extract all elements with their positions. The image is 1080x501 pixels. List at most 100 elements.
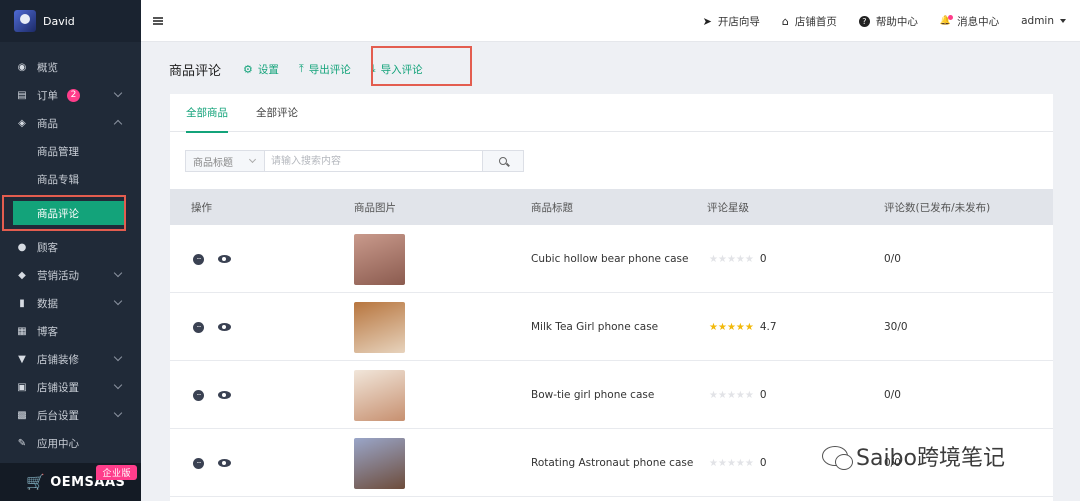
rating-cell: ★★★★★ 0 [709, 225, 767, 293]
tabs: 全部商品 全部评论 [170, 94, 1053, 133]
top-link-label: 开店向导 [717, 15, 760, 28]
search-button[interactable] [482, 151, 523, 171]
sidebar: David ◉ 概览 ▤ 订单 2 ◈ 商品 商品管理 商品专辑商品评论 ● 顾客 ◆ 营销活动 ▮ 数据 ▦… [0, 0, 141, 501]
sidebar-item-bar-chart[interactable]: ▮ 数据 [0, 289, 141, 317]
product-title: Bow-tie girl phone case [531, 389, 655, 401]
star-icon: ★ [709, 253, 718, 265]
table-row: ··· Milk Tea Girl phone case ★★★★★ 4.7 30/0 [170, 293, 1053, 361]
paint-roller-icon: ▼ [18, 353, 26, 365]
chevron-down-icon [248, 155, 257, 164]
review-count: 30/0 [884, 321, 908, 333]
wechat-icon [822, 446, 853, 470]
page-title: 商品评论 [169, 63, 222, 79]
notification-dot [948, 15, 954, 20]
sidebar-subitem-product-topic[interactable]: 商品专辑 [0, 165, 141, 193]
sidebar-item-label: 后台设置 [37, 409, 79, 422]
sidebar-item-label: 店铺设置 [37, 381, 79, 394]
top-link-bell[interactable]: 🔔 消息中心 [940, 14, 999, 29]
star-icon: ★ [726, 253, 736, 265]
cart-icon: 🛒 [26, 473, 46, 491]
comment-icon[interactable]: ··· [193, 321, 204, 333]
table-row: ··· Cubic hollow bear phone case ★★★★★ 0 0/0 [170, 225, 1053, 293]
product-thumbnail [354, 293, 405, 361]
menu-toggle-icon[interactable] [153, 16, 163, 25]
import-highlight-box [371, 46, 472, 86]
sidebar-item-tag[interactable]: ◆ 营销活动 [0, 261, 141, 289]
order-count-badge: 2 [67, 88, 80, 102]
upload-icon: ⤒ [298, 62, 304, 75]
help-icon: ? [858, 15, 870, 27]
product-image [354, 233, 405, 285]
row-actions: ··· [193, 429, 231, 497]
sidebar-item-store-settings[interactable]: ▣ 店铺设置 [0, 373, 141, 401]
product-image [354, 437, 405, 489]
home-icon: ⌂ [781, 14, 789, 28]
sidebar-item-product[interactable]: ◈ 商品 [0, 109, 141, 137]
star-icon: ★ [735, 457, 745, 469]
product-image [354, 301, 405, 353]
star-icon: ★ [735, 321, 745, 333]
sidebar-subitem-product-reviews[interactable]: 商品评论 [13, 201, 124, 225]
product-icon: ◈ [18, 117, 26, 129]
search-bar: 商品标题 [185, 150, 524, 172]
paper-plane-icon: ➤ [702, 14, 712, 28]
sidebar-item-label: 数据 [37, 297, 58, 310]
eye-icon[interactable] [218, 323, 231, 331]
sidebar-item-order[interactable]: ▤ 订单 2 [0, 81, 141, 109]
tab-all-products[interactable]: 全部商品 [186, 94, 228, 133]
admin-settings-icon: ▩ [17, 409, 27, 421]
search-field-select[interactable]: 商品标题 [186, 151, 265, 171]
star-icon: ★ [735, 389, 745, 401]
eye-icon[interactable] [218, 459, 231, 467]
sidebar-item-dashboard[interactable]: ◉ 概览 [0, 53, 141, 81]
comment-icon[interactable]: ··· [193, 389, 204, 401]
eye-icon[interactable] [218, 391, 231, 399]
sidebar-item-admin-settings[interactable]: ▩ 后台设置 [0, 401, 141, 429]
comment-icon[interactable]: ··· [193, 253, 204, 265]
top-link-paper-plane[interactable]: ➤ 开店向导 [703, 14, 760, 29]
sidebar-subitem-reviews-wrap: 商品评论 [0, 193, 141, 233]
user-menu[interactable]: admin [1021, 15, 1066, 27]
customer-icon: ● [17, 241, 27, 253]
header-image: 商品图片 [354, 201, 396, 214]
top-link-help[interactable]: ? 帮助中心 [858, 14, 918, 29]
star-icon: ★ [709, 389, 718, 401]
rating-value: 0 [759, 253, 767, 265]
product-title: Milk Tea Girl phone case [531, 321, 659, 333]
star-rating: ★★★★★ [709, 458, 754, 469]
comment-icon[interactable]: ··· [193, 457, 204, 469]
rating-cell: ★★★★★ 0 [709, 429, 767, 497]
chevron-down-icon [113, 88, 123, 98]
star-icon: ★ [744, 457, 754, 469]
sidebar-item-blog[interactable]: ▦ 博客 [0, 317, 141, 345]
sidebar-item-paint-roller[interactable]: ▼ 店铺装修 [0, 345, 141, 373]
user-name: David [43, 14, 75, 28]
settings-button[interactable]: ⚙ 设置 [243, 62, 279, 77]
star-icon: ★ [709, 457, 718, 469]
bar-chart-icon: ▮ [19, 297, 25, 309]
sidebar-item-label: 概览 [37, 61, 58, 74]
review-count: 0/0 [884, 389, 901, 401]
product-title: Rotating Astronaut phone case [531, 457, 694, 469]
export-reviews-button[interactable]: ⤒ 导出评论 [299, 62, 351, 77]
tag-icon: ◆ [18, 269, 26, 281]
user-brand[interactable]: David [0, 0, 141, 42]
tab-all-reviews[interactable]: 全部评论 [256, 94, 298, 132]
search-input[interactable] [265, 151, 482, 171]
product-thumbnail [354, 361, 405, 429]
rating-cell: ★★★★★ 0 [709, 361, 767, 429]
sidebar-subitem-product-management[interactable]: 商品管理 [0, 137, 141, 165]
star-icon: ★ [744, 389, 754, 401]
table-row: ··· Bow-tie girl phone case ★★★★★ 0 0/0 [170, 361, 1053, 429]
rating-cell: ★★★★★ 4.7 [709, 293, 777, 361]
row-actions: ··· [193, 225, 231, 293]
eye-icon[interactable] [218, 255, 231, 263]
user-menu-name: admin [1021, 15, 1054, 27]
top-link-home[interactable]: ⌂ 店铺首页 [782, 14, 837, 29]
star-icon: ★ [717, 253, 727, 265]
review-count: 0/0 [884, 253, 901, 265]
sidebar-item-wrench[interactable]: ✎ 应用中心 [0, 429, 141, 457]
caret-down-icon [1060, 19, 1066, 23]
sidebar-item-customer[interactable]: ● 顾客 [0, 233, 141, 261]
store-settings-icon: ▣ [17, 381, 27, 393]
